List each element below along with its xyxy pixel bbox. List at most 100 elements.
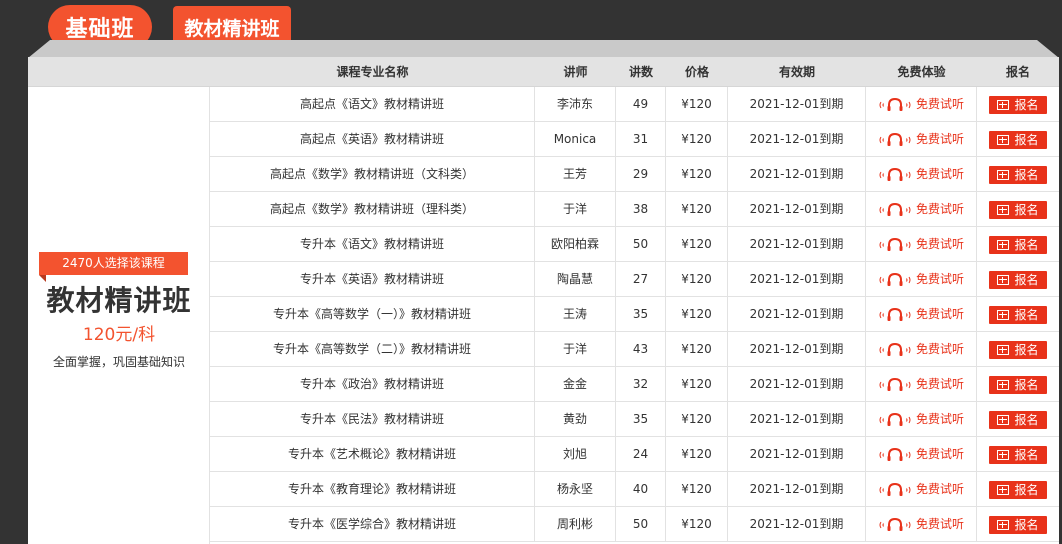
course-name: 专升本《高等数学（一）》教材精讲班 [210,297,535,332]
free-trial-link[interactable]: 免费试听 [878,87,964,122]
signup-button[interactable]: 报名 [989,200,1047,219]
free-trial-link[interactable]: 免费试听 [878,262,964,297]
feature-price: 120元/科 [82,325,156,345]
table-row: 专升本《高等数学（一）》教材精讲班 王涛 35 ¥120 2021-12-01到期 免费试… [210,297,1059,332]
course-name: 高起点《语文》教材精讲班 [210,87,535,122]
free-trial-link[interactable]: 免费试听 [878,122,964,157]
signup-button[interactable]: 报名 [989,445,1047,464]
table-row: 专升本《语文》教材精讲班 欧阳柏霖 50 ¥120 2021-12-01到期 免费试听 报名 [210,227,1059,262]
free-trial-link[interactable]: 免费试听 [878,367,964,402]
free-trial-cell: 免费试听 [866,227,977,262]
headphone-icon [879,342,911,356]
register-form-icon [997,239,1010,250]
free-trial-link[interactable]: 免费试听 [878,472,964,507]
valid-until: 2021-12-01到期 [728,507,866,542]
panel-top-band [28,40,1059,58]
valid-until: 2021-12-01到期 [728,262,866,297]
table-header: 课程专业名称 讲师 讲数 价格 有效期 免费体验 报名 [28,57,1059,87]
register-form-icon [997,169,1010,180]
free-trial-link[interactable]: 免费试听 [878,437,964,472]
valid-until: 2021-12-01到期 [728,192,866,227]
lesson-count: 50 [616,507,666,542]
teacher: 金金 [535,367,616,402]
column-course-name: 课程专业名称 [336,65,409,79]
register-form-icon [997,134,1010,145]
signup-button[interactable]: 报名 [989,480,1047,499]
feature-title: 教材精讲班 [46,284,192,317]
free-trial-link[interactable]: 免费试听 [878,507,964,542]
teacher: 于洋 [535,332,616,367]
signup-button[interactable]: 报名 [989,515,1047,534]
table-row: 专升本《高等数学（二）》教材精讲班 于洋 43 ¥120 2021-12-01到期 免费试… [210,332,1059,367]
table-row: 高起点《数学》教材精讲班（文科类） 王芳 29 ¥120 2021-12-01到期 免费试… [210,157,1059,192]
price: ¥120 [666,437,728,472]
lesson-count: 29 [616,157,666,192]
register-form-icon [997,449,1010,460]
enrollment-ribbon: 2470人选择该课程 [39,252,188,275]
teacher: 周利彬 [535,507,616,542]
course-name: 专升本《民法》教材精讲班 [210,402,535,437]
column-lessons: 讲数 [628,65,653,79]
free-trial-link[interactable]: 免费试听 [878,297,964,332]
signup-button[interactable]: 报名 [989,95,1047,114]
register-form-icon [997,309,1010,320]
signup-cell: 报名 [977,87,1059,122]
signup-button[interactable]: 报名 [989,410,1047,429]
teacher: Monica [535,122,616,157]
free-trial-link[interactable]: 免费试听 [878,192,964,227]
signup-button[interactable]: 报名 [989,130,1047,149]
free-trial-link[interactable]: 免费试听 [878,227,964,262]
free-trial-label: 免费试听 [915,202,964,216]
register-form-icon [997,484,1010,495]
free-trial-cell: 免费试听 [866,402,977,437]
signup-label: 报名 [1014,272,1039,287]
signup-cell: 报名 [977,227,1059,262]
signup-cell: 报名 [977,122,1059,157]
signup-button[interactable]: 报名 [989,340,1047,359]
free-trial-cell: 免费试听 [866,437,977,472]
teacher: 王芳 [535,157,616,192]
column-teacher: 讲师 [563,65,588,79]
free-trial-link[interactable]: 免费试听 [878,332,964,367]
table-row: 专升本《政治》教材精讲班 金金 32 ¥120 2021-12-01到期 免费试听 报名 [210,367,1059,402]
headphone-icon [879,447,911,461]
course-name: 专升本《政治》教材精讲班 [210,367,535,402]
valid-until: 2021-12-01到期 [728,367,866,402]
signup-label: 报名 [1014,482,1039,497]
register-form-icon [997,414,1010,425]
free-trial-label: 免费试听 [915,237,964,251]
price: ¥120 [666,507,728,542]
headphone-icon [879,377,911,391]
lesson-count: 50 [616,227,666,262]
valid-until: 2021-12-01到期 [728,472,866,507]
headphone-icon [879,167,911,181]
price: ¥120 [666,472,728,507]
signup-button[interactable]: 报名 [989,235,1047,254]
signup-label: 报名 [1014,167,1039,182]
signup-button[interactable]: 报名 [989,375,1047,394]
signup-button[interactable]: 报名 [989,305,1047,324]
price: ¥120 [666,402,728,437]
free-trial-label: 免费试听 [915,97,964,111]
lesson-count: 24 [616,437,666,472]
price: ¥120 [666,227,728,262]
table-row: 专升本《艺术概论》教材精讲班 刘旭 24 ¥120 2021-12-01到期 免费试听 报名 [210,437,1059,472]
teacher: 杨永坚 [535,472,616,507]
lesson-count: 38 [616,192,666,227]
free-trial-link[interactable]: 免费试听 [878,157,964,192]
teacher: 刘旭 [535,437,616,472]
free-trial-link[interactable]: 免费试听 [878,402,964,437]
table-row: 专升本《民法》教材精讲班 黄劲 35 ¥120 2021-12-01到期 免费试听 报名 [210,402,1059,437]
free-trial-cell: 免费试听 [866,122,977,157]
signup-button[interactable]: 报名 [989,270,1047,289]
table-row: 高起点《语文》教材精讲班 李沛东 49 ¥120 2021-12-01到期 免费试听 报名 [210,87,1059,122]
table-row: 专升本《医学综合》教材精讲班 周利彬 50 ¥120 2021-12-01到期 免费试听 报… [210,507,1059,542]
signup-label: 报名 [1014,517,1039,532]
headphone-icon [879,482,911,496]
table-row: 专升本《英语》教材精讲班 陶晶慧 27 ¥120 2021-12-01到期 免费试听 报名 [210,262,1059,297]
teacher: 王涛 [535,297,616,332]
signup-cell: 报名 [977,192,1059,227]
free-trial-cell: 免费试听 [866,367,977,402]
signup-button[interactable]: 报名 [989,165,1047,184]
teacher: 李沛东 [535,87,616,122]
